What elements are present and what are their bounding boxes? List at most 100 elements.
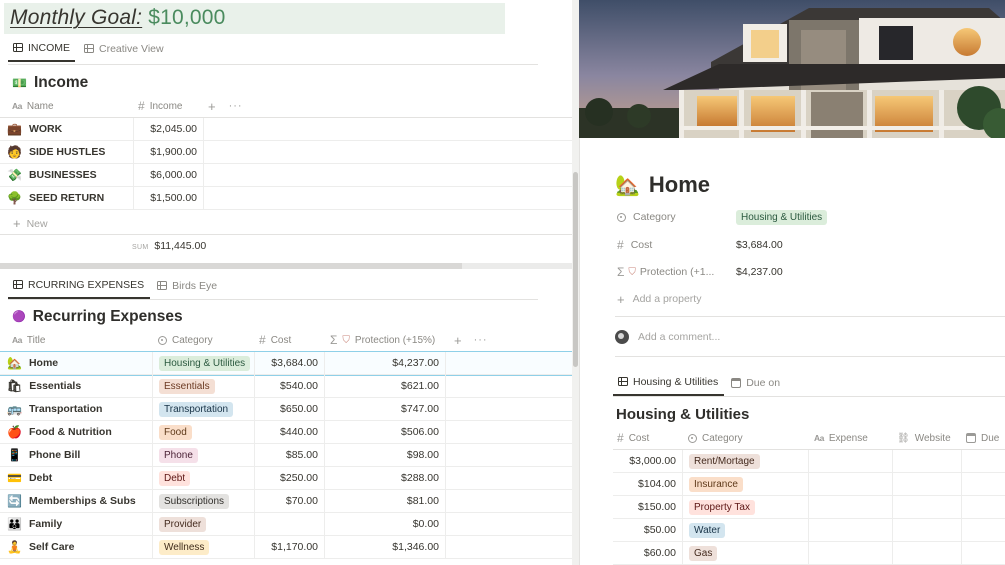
vertical-scrollbar-thumb[interactable] bbox=[573, 172, 578, 367]
income-sum[interactable]: SUM $11,445.00 bbox=[132, 240, 206, 252]
column-header-income[interactable]: # Income bbox=[138, 99, 204, 113]
column-header-category[interactable]: Category bbox=[688, 433, 814, 444]
purple-circle-icon: 🟣 bbox=[12, 310, 26, 323]
category-tag[interactable]: Housing & Utilities bbox=[736, 209, 828, 225]
tab-housing-utilities[interactable]: Housing & Utilities bbox=[613, 374, 725, 396]
column-header-cost[interactable]: # Cost bbox=[259, 333, 330, 347]
table-row[interactable]: 🍎 Food & Nutrition Food $440.00 $506.00 bbox=[0, 420, 572, 444]
number-icon: # bbox=[138, 99, 145, 113]
table-row[interactable]: $3,000.00 Rent/Mortage bbox=[613, 449, 1005, 473]
column-header-title[interactable]: Aa Title bbox=[12, 335, 158, 346]
column-header-expense[interactable]: Aa Expense bbox=[814, 433, 897, 444]
property-cost[interactable]: # Cost $3,684.00 bbox=[617, 235, 783, 255]
income-view-tabs: INCOME Creative View bbox=[8, 40, 169, 62]
self-care-icon: 🧘 bbox=[7, 540, 22, 554]
family-icon: 👪 bbox=[7, 517, 22, 531]
income-column-headers: Aa Name # Income + ··· bbox=[12, 96, 243, 116]
column-header-category[interactable]: Category bbox=[158, 335, 259, 346]
new-row-button[interactable]: + New bbox=[13, 216, 48, 231]
money-icon: 💵 bbox=[12, 76, 27, 90]
table-row[interactable]: $104.00 Insurance bbox=[613, 472, 1005, 496]
more-options-icon[interactable]: ··· bbox=[474, 334, 488, 346]
tab-birds-eye[interactable]: Birds Eye bbox=[152, 277, 222, 299]
category-tag[interactable]: Food bbox=[159, 424, 192, 440]
category-tag[interactable]: Housing & Utilities bbox=[159, 355, 251, 371]
add-column-icon[interactable]: + bbox=[208, 99, 216, 114]
tab-creative-view[interactable]: Creative View bbox=[79, 40, 169, 62]
column-header-protection[interactable]: Σ ⛉ Protection (+15%) bbox=[330, 333, 454, 347]
table-row[interactable]: 📱 Phone Bill Phone $85.00 $98.00 bbox=[0, 443, 572, 467]
tab-due-on[interactable]: Due on bbox=[726, 374, 785, 396]
category-tag[interactable]: Transportation bbox=[159, 401, 234, 417]
table-row[interactable]: 💸 BUSINESSES $6,000.00 bbox=[0, 163, 572, 187]
category-tag[interactable]: Provider bbox=[159, 516, 207, 532]
house-photo bbox=[579, 0, 1005, 138]
card-icon: 💳 bbox=[7, 471, 22, 485]
more-options-icon[interactable]: ··· bbox=[229, 100, 243, 112]
table-row[interactable]: $150.00 Property Tax bbox=[613, 495, 1005, 519]
number-icon: # bbox=[617, 431, 624, 445]
house-icon: 🏡 bbox=[7, 356, 22, 370]
category-tag[interactable]: Debt bbox=[159, 470, 191, 486]
table-row[interactable]: 🌳 SEED RETURN $1,500.00 bbox=[0, 186, 572, 210]
category-tag[interactable]: Gas bbox=[689, 545, 718, 561]
table-row[interactable]: 🚌 Transportation Transportation $650.00 $747… bbox=[0, 397, 572, 421]
column-header-website[interactable]: ⛓ Website bbox=[897, 433, 966, 444]
text-icon: Aa bbox=[12, 335, 22, 345]
add-property-button[interactable]: + Add a property bbox=[617, 289, 701, 309]
apple-icon: 🍎 bbox=[7, 425, 22, 439]
category-tag[interactable]: Subscriptions bbox=[159, 493, 230, 509]
expenses-db-title: 🟣 Recurring Expenses bbox=[12, 308, 183, 325]
horizontal-scrollbar[interactable] bbox=[0, 263, 462, 269]
money-icon: 💸 bbox=[7, 168, 22, 182]
category-tag[interactable]: Rent/Mortage bbox=[689, 453, 760, 469]
page-title: 🏡 Home bbox=[615, 172, 711, 197]
table-row[interactable]: 🧘 Self Care Wellness $1,170.00 $1,346.00 bbox=[0, 535, 572, 559]
table-icon bbox=[618, 377, 628, 386]
bag-icon: 🛍 bbox=[7, 379, 23, 393]
table-row[interactable]: 🔄 Memberships & Subs Subscriptions $70.00 $8… bbox=[0, 489, 572, 513]
category-tag[interactable]: Wellness bbox=[159, 539, 210, 555]
tab-recurring-expenses[interactable]: RCURRING EXPENSES bbox=[8, 277, 151, 299]
table-row[interactable]: $60.00 Gas bbox=[613, 541, 1005, 565]
table-icon bbox=[13, 280, 23, 289]
utilities-column-headers: # Cost Category Aa Expense ⛓ Website Due bbox=[617, 428, 1005, 448]
category-tag[interactable]: Insurance bbox=[689, 476, 743, 492]
comment-input[interactable]: Add a comment... bbox=[615, 330, 720, 344]
category-tag[interactable]: Phone bbox=[159, 447, 198, 463]
table-row[interactable]: 💼 WORK $2,045.00 bbox=[0, 117, 572, 141]
select-icon bbox=[688, 433, 697, 443]
property-protection[interactable]: Σ ⛉ Protection (+1... $4,237.00 bbox=[617, 262, 783, 282]
goal-amount: $10,000 bbox=[148, 6, 226, 29]
income-db-title: 💵 Income bbox=[12, 74, 89, 91]
category-tag[interactable]: Property Tax bbox=[689, 499, 755, 515]
table-icon bbox=[157, 281, 168, 290]
table-row[interactable]: 🛍 Essentials Essentials $540.00 $621.00 bbox=[0, 374, 572, 398]
tab-income[interactable]: INCOME bbox=[8, 40, 75, 62]
cover-image bbox=[579, 0, 1005, 138]
bus-icon: 🚌 bbox=[7, 402, 22, 416]
category-tag[interactable]: Essentials bbox=[159, 378, 215, 394]
add-column-icon[interactable]: + bbox=[454, 333, 462, 348]
table-row[interactable]: 👪 Family Provider $0.00 bbox=[0, 512, 572, 536]
column-header-due[interactable]: Due bbox=[966, 433, 1005, 444]
table-row[interactable]: 🧑 SIDE HUSTLES $1,900.00 bbox=[0, 140, 572, 164]
text-icon: Aa bbox=[12, 101, 22, 111]
table-icon bbox=[84, 44, 94, 53]
link-icon: ⛓ bbox=[897, 432, 910, 444]
table-row[interactable]: $50.00 Water bbox=[613, 518, 1005, 542]
formula-icon: Σ bbox=[617, 265, 625, 279]
expense-view-tabs: RCURRING EXPENSES Birds Eye bbox=[8, 277, 222, 299]
person-icon: 🧑 bbox=[7, 145, 22, 159]
calendar-icon bbox=[731, 377, 742, 388]
subscription-icon: 🔄 bbox=[7, 494, 22, 508]
table-icon bbox=[13, 43, 23, 52]
column-header-name[interactable]: Aa Name bbox=[12, 101, 138, 112]
category-tag[interactable]: Water bbox=[689, 522, 726, 538]
plus-icon: + bbox=[13, 216, 21, 231]
table-row[interactable]: 💳 Debt Debt $250.00 $288.00 bbox=[0, 466, 572, 490]
detail-panel: 🏡 Home Category Housing & Utilities # Co… bbox=[579, 0, 1005, 565]
property-category[interactable]: Category Housing & Utilities bbox=[617, 207, 828, 227]
column-header-cost[interactable]: # Cost bbox=[617, 431, 688, 445]
table-row[interactable]: 🏡 Home Housing & Utilities $3,684.00 $4,237.… bbox=[0, 351, 572, 376]
